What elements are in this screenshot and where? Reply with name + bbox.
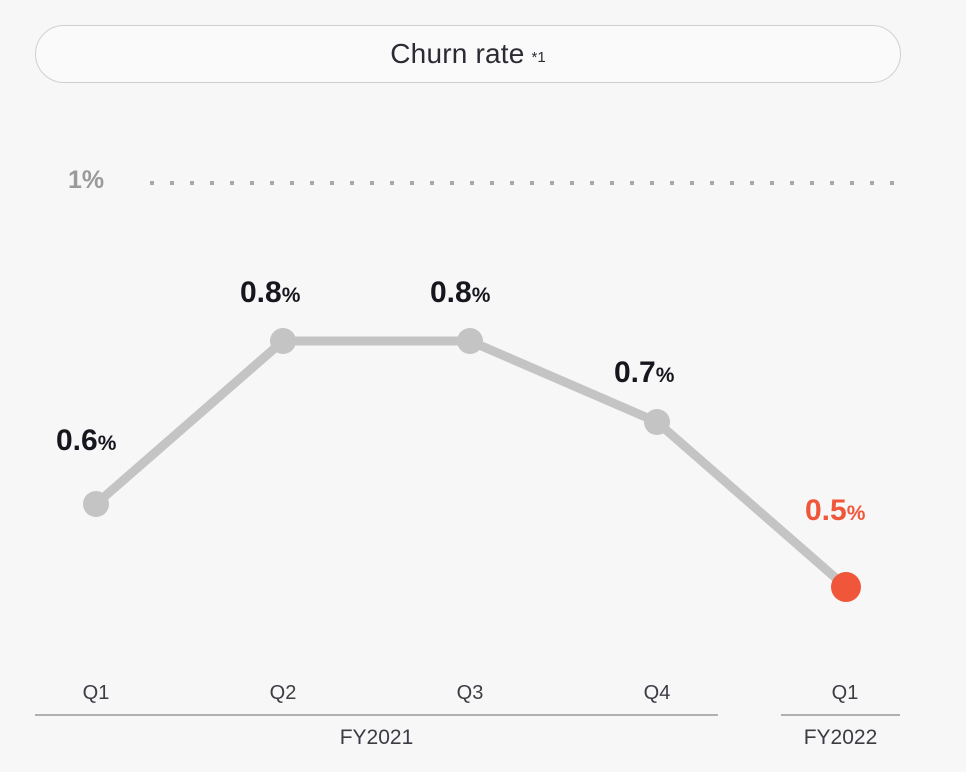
- data-point-marker-q4-fy2021: [644, 409, 670, 435]
- data-label-q4-fy2021-unit: %: [655, 364, 675, 387]
- data-label-q1-fy2022-value: 0.5: [805, 494, 847, 527]
- data-label-q1-fy2021-value: 0.6: [56, 424, 98, 457]
- churn-rate-line: [91, 336, 851, 592]
- data-label-q1-fy2022: 0.5%: [805, 494, 865, 528]
- x-axis-rule-fy2021: [35, 714, 718, 716]
- data-label-q4-fy2021: 0.7%: [614, 356, 674, 390]
- data-point-marker-q3-fy2021: [457, 328, 483, 354]
- axis-group-label-fy2022: FY2022: [803, 726, 878, 749]
- data-label-q1-fy2022-unit: %: [846, 502, 866, 525]
- x-tick-q2-fy2021: Q2: [269, 682, 297, 704]
- data-label-q2-fy2021-value: 0.8: [240, 276, 282, 309]
- line-series-svg: [83, 328, 861, 602]
- x-tick-q1-fy2022: Q1: [831, 682, 859, 704]
- x-tick-q1-fy2021: Q1: [82, 682, 110, 704]
- data-label-q3-fy2021-unit: %: [471, 284, 491, 307]
- data-label-q2-fy2021: 0.8%: [240, 276, 300, 310]
- data-label-q3-fy2021-value: 0.8: [430, 276, 472, 309]
- x-tick-q3-fy2021: Q3: [456, 682, 484, 704]
- data-label-q1-fy2021: 0.6%: [56, 424, 116, 458]
- axis-group-label-fy2021: FY2021: [339, 726, 414, 749]
- data-label-q1-fy2021-unit: %: [97, 432, 117, 455]
- data-point-marker-q1-fy2022: [831, 572, 861, 602]
- x-axis-rule-fy2022: [781, 714, 900, 716]
- plot-area: 1% 0.6% 0.8% 0.8% 0.7% 0.5% Q1 Q2 Q3 Q4 …: [0, 0, 966, 772]
- churn-rate-chart-card: Churn rate *1 1% 0.6% 0.8% 0.8% 0.7% 0.5…: [0, 0, 966, 772]
- data-label-q4-fy2021-value: 0.7: [614, 356, 656, 389]
- data-point-marker-q1-fy2021: [83, 491, 109, 517]
- x-tick-q4-fy2021: Q4: [643, 682, 671, 704]
- data-label-q3-fy2021: 0.8%: [430, 276, 490, 310]
- data-label-q2-fy2021-unit: %: [281, 284, 301, 307]
- data-point-marker-q2-fy2021: [270, 328, 296, 354]
